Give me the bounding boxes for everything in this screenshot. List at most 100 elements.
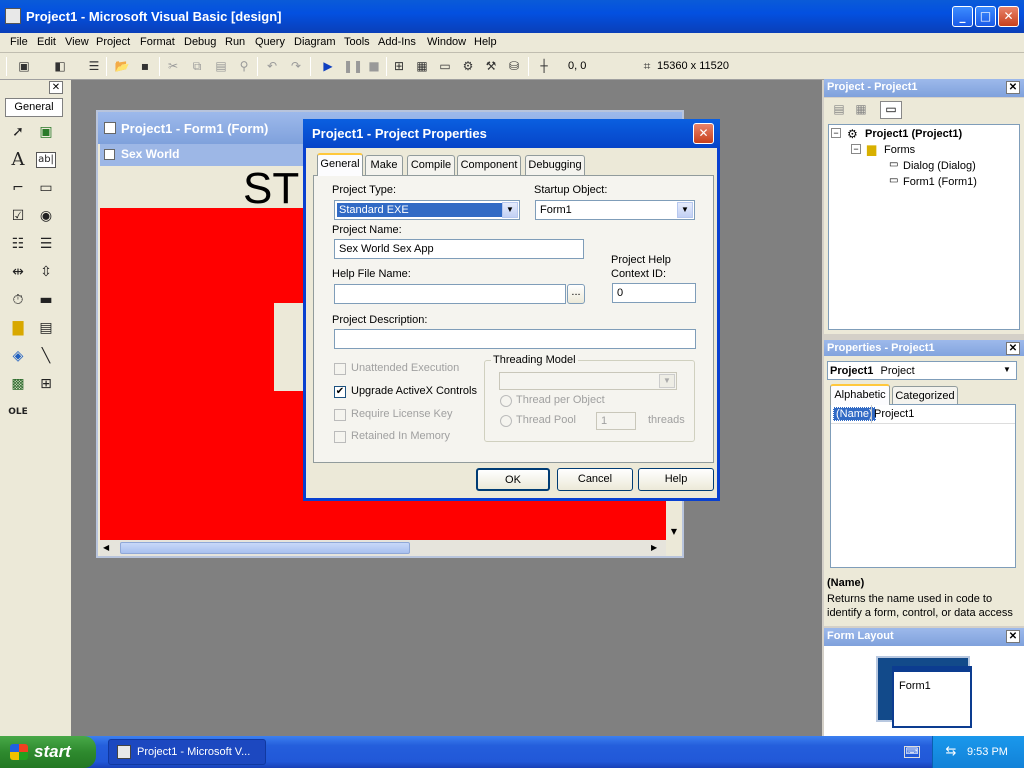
picturebox-tool-icon[interactable]: ▣ — [36, 122, 56, 142]
project-pane-title-bar[interactable]: Project - Project1 ✕ — [824, 79, 1024, 97]
menu-debug[interactable]: Debug — [184, 36, 216, 48]
chevron-down-icon[interactable]: ▼ — [677, 202, 693, 218]
thread-per-object-radio[interactable] — [500, 395, 512, 407]
add-project-icon[interactable]: ▣ — [16, 58, 32, 74]
tab-debugging[interactable]: Debugging — [525, 155, 585, 175]
menu-diagram[interactable]: Diagram — [294, 36, 336, 48]
toggle-folders-icon[interactable]: ▭ — [880, 101, 902, 119]
copy-icon[interactable]: ⧉ — [189, 58, 205, 74]
object-browser-icon[interactable]: ⚙ — [460, 58, 476, 74]
keyboard-icon[interactable]: ⌨ — [904, 746, 920, 758]
start-icon[interactable]: ▶ — [320, 58, 336, 74]
tab-compile[interactable]: Compile — [407, 155, 455, 175]
save-project-icon[interactable]: ▪ — [137, 58, 153, 74]
cut-icon[interactable]: ✂ — [165, 58, 181, 74]
minimize-button[interactable]: _ — [952, 6, 973, 27]
property-value-cell[interactable]: Project1 — [874, 408, 914, 420]
ok-button[interactable]: OK — [476, 468, 550, 491]
tree-item-dialog[interactable]: Dialog (Dialog) — [903, 160, 976, 172]
tree-project-root[interactable]: Project1 (Project1) — [865, 128, 962, 140]
label-tool-icon[interactable]: A — [8, 150, 28, 170]
find-icon[interactable]: ⚲ — [236, 58, 252, 74]
undo-icon[interactable]: ↶ — [264, 58, 280, 74]
vscrollbar-tool-icon[interactable]: ⇳ — [36, 262, 56, 282]
menu-tools[interactable]: Tools — [344, 36, 370, 48]
project-properties-dialog[interactable]: Project1 - Project Properties ✕ General … — [303, 119, 720, 501]
upgrade-activex-checkbox[interactable]: ✔ — [334, 386, 346, 398]
tab-component[interactable]: Component — [457, 155, 521, 175]
toolbox-close-icon[interactable]: ✕ — [49, 81, 63, 94]
menu-file[interactable]: File — [10, 36, 28, 48]
toolbox-general-tab[interactable]: General — [5, 98, 63, 117]
break-icon[interactable]: ❚❚ — [343, 58, 363, 74]
close-button[interactable]: ✕ — [998, 6, 1019, 27]
tab-alphabetic[interactable]: Alphabetic — [830, 384, 890, 405]
properties-window-icon[interactable]: ▦ — [414, 58, 430, 74]
listbox-tool-icon[interactable]: ☰ — [36, 234, 56, 254]
network-icon[interactable]: ⇆ — [943, 744, 959, 760]
drivelistbox-tool-icon[interactable]: ▬ — [36, 290, 56, 310]
textbox-tool-icon[interactable]: ab| — [36, 152, 56, 168]
chevron-down-icon[interactable]: ▼ — [659, 374, 675, 388]
startup-object-dropdown[interactable]: Form1 ▼ — [535, 200, 695, 220]
project-type-dropdown[interactable]: Standard EXE ▼ — [334, 200, 520, 220]
main-title-bar[interactable]: Project1 - Microsoft Visual Basic [desig… — [0, 0, 1024, 33]
maximize-button[interactable]: □ — [975, 6, 996, 27]
horizontal-scroll-thumb[interactable] — [120, 542, 410, 554]
menu-view[interactable]: View — [65, 36, 89, 48]
tree-collapse-icon[interactable]: − — [831, 128, 841, 138]
tree-collapse-icon[interactable]: − — [851, 144, 861, 154]
dialog-close-button[interactable]: ✕ — [693, 123, 714, 144]
dialog-title-bar[interactable]: Project1 - Project Properties ✕ — [303, 119, 720, 148]
timer-tool-icon[interactable]: ⏱ — [8, 290, 28, 310]
open-project-icon[interactable]: 📂 — [114, 58, 130, 74]
vb-app-icon[interactable] — [5, 8, 21, 24]
project-name-input[interactable]: Sex World Sex App — [334, 239, 584, 259]
data-view-icon[interactable]: ⛁ — [506, 58, 522, 74]
redo-icon[interactable]: ↷ — [288, 58, 304, 74]
object-selector-dropdown[interactable]: Project1 Project ▼ — [827, 361, 1017, 380]
chevron-down-icon[interactable]: ▼ — [999, 363, 1015, 378]
taskbar-item-vb[interactable]: Project1 - Microsoft V... — [108, 739, 266, 765]
toolbox-icon[interactable]: ⚒ — [483, 58, 499, 74]
form-layout-icon[interactable]: ▭ — [437, 58, 453, 74]
tab-categorized[interactable]: Categorized — [892, 386, 958, 405]
menu-query[interactable]: Query — [255, 36, 285, 48]
project-pane-close-icon[interactable]: ✕ — [1006, 81, 1020, 94]
help-file-browse-button[interactable]: ... — [567, 284, 585, 304]
tree-forms-folder[interactable]: Forms — [884, 144, 915, 156]
frame-tool-icon[interactable]: ⌐ — [8, 178, 28, 198]
view-object-icon[interactable]: ▦ — [852, 102, 870, 118]
menu-format[interactable]: Format — [140, 36, 175, 48]
hscrollbar-tool-icon[interactable]: ⇹ — [8, 262, 28, 282]
property-name-cell[interactable]: (Name) — [833, 407, 876, 421]
form-layout-close-icon[interactable]: ✕ — [1006, 630, 1020, 643]
menu-edit[interactable]: Edit — [37, 36, 56, 48]
threading-model-dropdown[interactable]: ▼ — [499, 372, 677, 390]
require-license-checkbox[interactable] — [334, 409, 346, 421]
unattended-execution-checkbox[interactable] — [334, 363, 346, 375]
help-file-input[interactable] — [334, 284, 566, 304]
start-button[interactable]: start — [0, 736, 96, 768]
help-context-id-input[interactable]: 0 — [612, 283, 696, 303]
menu-window[interactable]: Window — [427, 36, 466, 48]
combobox-tool-icon[interactable]: ☷ — [8, 234, 28, 254]
menu-help[interactable]: Help — [474, 36, 497, 48]
help-button[interactable]: Help — [638, 468, 714, 491]
tab-general[interactable]: General — [317, 153, 363, 176]
project-description-input[interactable] — [334, 329, 696, 349]
paste-icon[interactable]: ▤ — [213, 58, 229, 74]
data-tool-icon[interactable]: ⊞ — [36, 374, 56, 394]
project-explorer-icon[interactable]: ⊞ — [391, 58, 407, 74]
tree-item-form1[interactable]: Form1 (Form1) — [903, 176, 977, 188]
menu-editor-icon[interactable]: ☰ — [86, 58, 102, 74]
cancel-button[interactable]: Cancel — [557, 468, 633, 491]
thread-pool-count-input[interactable]: 1 — [596, 412, 636, 430]
ole-tool-icon[interactable]: OLE — [8, 402, 28, 422]
shape-tool-icon[interactable]: ◈ — [8, 346, 28, 366]
scroll-down-icon[interactable]: ▼ — [668, 526, 680, 538]
form1-layout-preview[interactable]: Form1 — [892, 666, 972, 728]
end-icon[interactable]: ■ — [366, 58, 382, 74]
pointer-tool-icon[interactable]: ➚ — [8, 122, 28, 142]
retained-memory-checkbox[interactable] — [334, 431, 346, 443]
